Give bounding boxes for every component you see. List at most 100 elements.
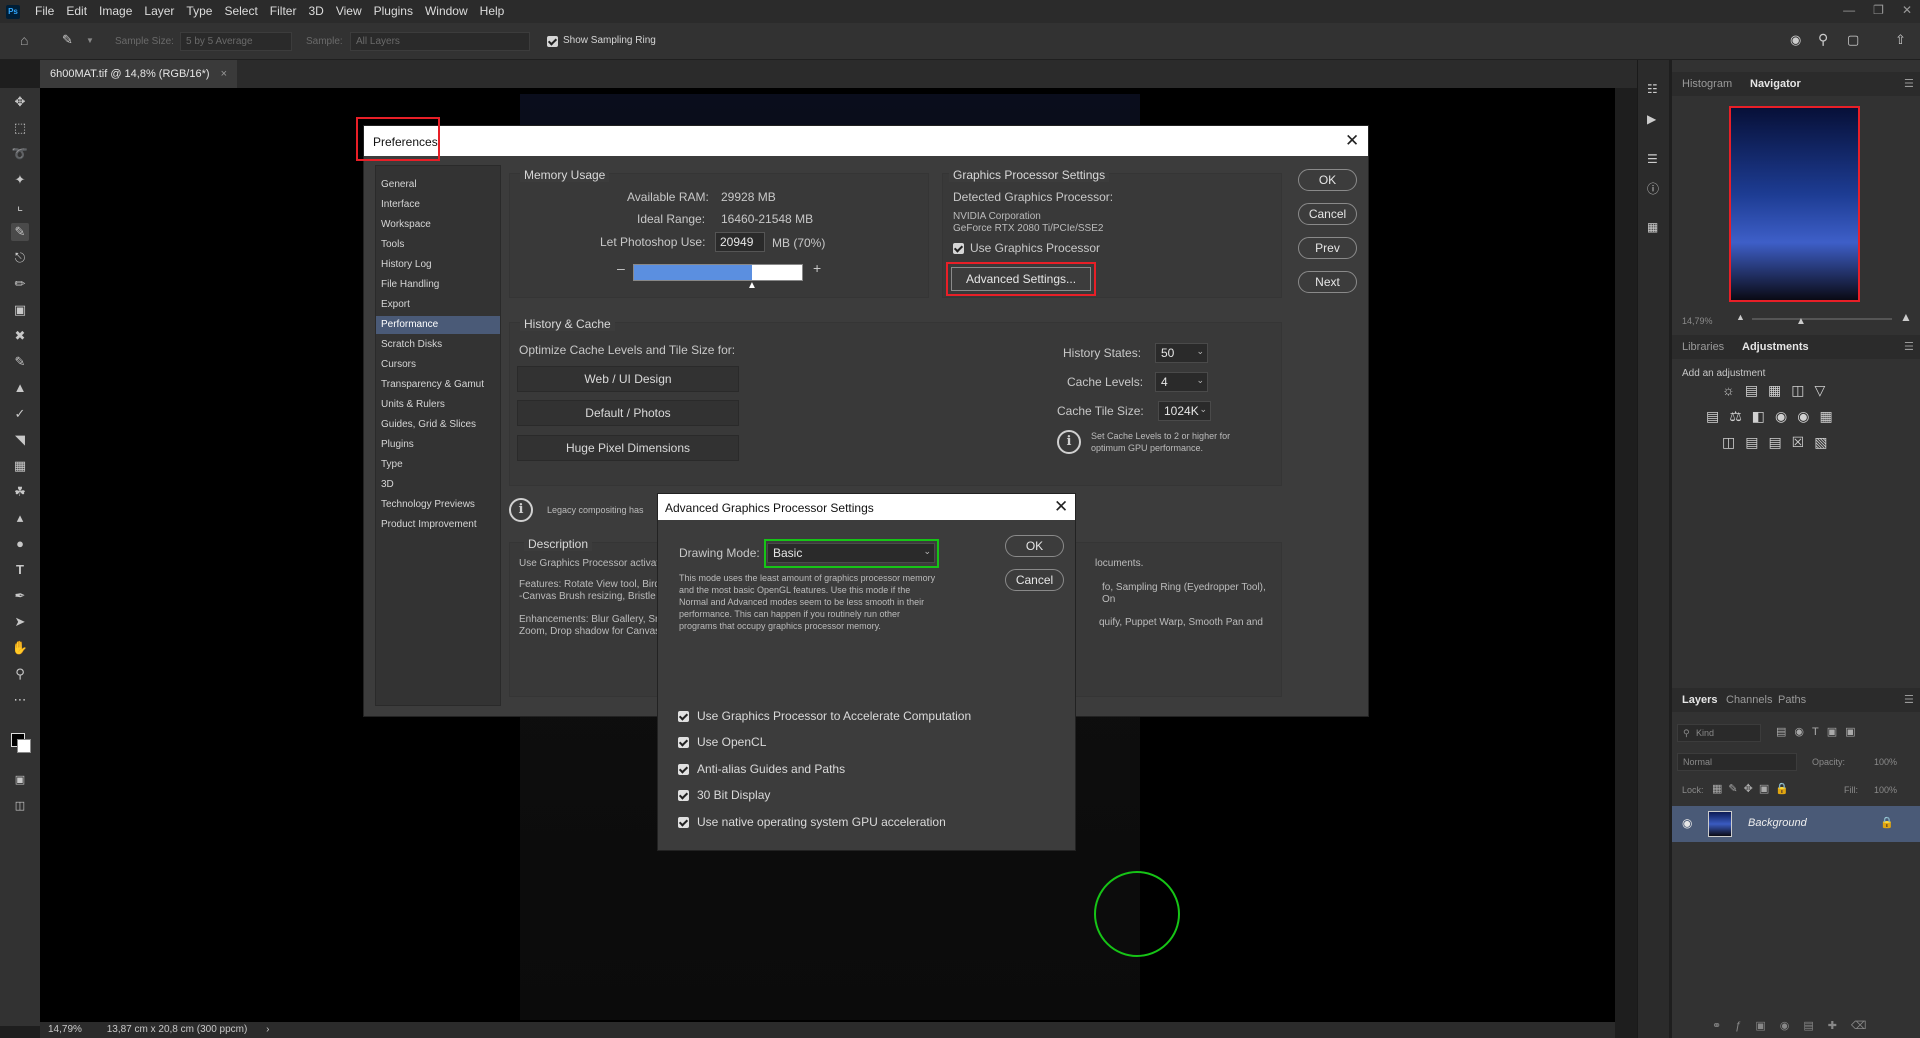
layers-menu-icon[interactable]: ☰ (1904, 688, 1914, 712)
nav-technology-previews[interactable]: Technology Previews (376, 496, 500, 514)
crop-tool-icon[interactable]: ⌞ (11, 197, 29, 215)
layer-row-background[interactable]: ◉ Background 🔒 (1672, 806, 1920, 842)
opt-30-bit-display[interactable]: 30 Bit Display (678, 787, 770, 803)
visibility-eye-icon[interactable]: ◉ (1682, 816, 1692, 830)
navigator-preview[interactable] (1729, 106, 1860, 302)
cache-tile-size-select[interactable]: 1024K ⌄ (1158, 401, 1211, 421)
zoom-slider-handle[interactable]: ▲ (1796, 316, 1806, 327)
search-icon[interactable]: ⚲ (1818, 31, 1828, 48)
panel-menu-icon[interactable]: ☰ (1904, 72, 1914, 96)
status-arrow-icon[interactable]: › (266, 1024, 269, 1035)
brush-tool-icon[interactable]: ✏ (11, 275, 29, 293)
adjustments-menu-icon[interactable]: ☰ (1904, 335, 1914, 359)
tab-channels[interactable]: Channels (1726, 688, 1772, 712)
adjustment-icons-row3[interactable]: ◫▤▤☒▧ (1722, 434, 1862, 451)
nav-performance[interactable]: Performance (376, 316, 500, 334)
zoom-tool-icon[interactable]: ⚲ (11, 665, 29, 683)
menu-3d[interactable]: 3D (302, 0, 329, 23)
menu-type[interactable]: Type (180, 0, 218, 23)
tab-histogram[interactable]: Histogram (1682, 72, 1732, 96)
nav-history-log[interactable]: History Log (376, 256, 500, 274)
opt-accelerate-computation[interactable]: Use Graphics Processor to Accelerate Com… (678, 708, 971, 724)
opt-native-gpu[interactable]: Use native operating system GPU accelera… (678, 814, 946, 830)
layer-footer-icons[interactable]: ⚭ƒ▣◉▤✚⌫ (1712, 1019, 1881, 1032)
zoom-in-icon[interactable]: ▲ (1900, 310, 1912, 324)
magic-wand-icon[interactable]: ✦ (11, 171, 29, 189)
document-tab[interactable]: 6h00MAT.tif @ 14,8% (RGB/16*) × (40, 60, 238, 88)
sample-select[interactable]: All Layers (350, 32, 530, 51)
minus-icon[interactable]: – (617, 260, 625, 276)
paint-brush-icon[interactable]: ✎ (11, 353, 29, 371)
layer-filter-icons[interactable]: ▤◉T▣▣ (1776, 725, 1864, 738)
share-icon[interactable]: ⇧ (1895, 32, 1906, 48)
actions-panel-icon[interactable]: ▶ (1647, 112, 1656, 126)
history-states-select[interactable]: 50 ⌄ (1155, 343, 1208, 363)
screen-mode-icon[interactable]: ◫ (11, 797, 29, 815)
minimize-icon[interactable]: — (1843, 3, 1855, 17)
adv-ok-button[interactable]: OK (1005, 535, 1064, 557)
move-tool-icon[interactable]: ✥ (11, 93, 29, 111)
preset-huge-pixel-button[interactable]: Huge Pixel Dimensions (517, 435, 739, 461)
lasso-tool-icon[interactable]: ➰ (11, 145, 29, 163)
gradient-tool-icon[interactable]: ▦ (11, 457, 29, 475)
nav-transparency[interactable]: Transparency & Gamut (376, 376, 500, 394)
adjustment-icons-row2[interactable]: ▤⚖◧◉◉▦ (1706, 408, 1866, 425)
restore-icon[interactable]: ❐ (1873, 3, 1884, 17)
prefs-cancel-button[interactable]: Cancel (1298, 203, 1357, 225)
menu-plugins[interactable]: Plugins (368, 0, 419, 23)
adjustment-icons-row1[interactable]: ☼▤▦◫▽ (1722, 382, 1862, 399)
menu-view[interactable]: View (330, 0, 368, 23)
prefs-next-button[interactable]: Next (1298, 271, 1357, 293)
marquee-tool-icon[interactable]: ⬚ (11, 119, 29, 137)
pen-tool-icon[interactable]: ✒ (11, 587, 29, 605)
chevron-down-icon[interactable]: ▼ (86, 36, 94, 45)
quick-mask-icon[interactable]: ▣ (11, 771, 29, 789)
hand-tool-icon[interactable]: ✋ (11, 639, 29, 657)
more-tools-icon[interactable]: ⋯ (11, 691, 29, 709)
tab-layers[interactable]: Layers (1682, 688, 1717, 712)
preset-web-ui-button[interactable]: Web / UI Design (517, 366, 739, 392)
nav-type[interactable]: Type (376, 456, 500, 474)
nav-plugins[interactable]: Plugins (376, 436, 500, 454)
prefs-prev-button[interactable]: Prev (1298, 237, 1357, 259)
nav-export[interactable]: Export (376, 296, 500, 314)
nav-general[interactable]: General (376, 176, 500, 194)
cache-levels-select[interactable]: 4 ⌄ (1155, 372, 1208, 392)
workspace-icon[interactable]: ▢ (1847, 32, 1859, 48)
history-panel-icon[interactable]: ☷ (1647, 82, 1658, 96)
preset-default-photos-button[interactable]: Default / Photos (517, 400, 739, 426)
close-icon[interactable]: ✕ (1054, 498, 1068, 515)
tab-adjustments[interactable]: Adjustments (1742, 335, 1809, 359)
path-select-icon[interactable]: ➤ (11, 613, 29, 631)
checkbox-icon[interactable] (678, 763, 689, 775)
burn-tool-icon[interactable]: ● (11, 535, 29, 553)
menu-layer[interactable]: Layer (138, 0, 180, 23)
memory-slider[interactable] (633, 264, 803, 281)
nav-workspace[interactable]: Workspace (376, 216, 500, 234)
info-panel-icon[interactable]: ⓘ (1647, 180, 1659, 197)
adv-cancel-button[interactable]: Cancel (1005, 569, 1064, 591)
menu-file[interactable]: File (29, 0, 60, 23)
home-icon[interactable]: ⌂ (20, 32, 28, 48)
checkbox-icon[interactable] (678, 816, 689, 828)
type-tool-icon[interactable]: T (11, 561, 29, 579)
nav-file-handling[interactable]: File Handling (376, 276, 500, 294)
checkbox-icon[interactable] (678, 789, 689, 801)
eraser-tool-icon[interactable]: ◥ (11, 431, 29, 449)
tab-paths[interactable]: Paths (1778, 688, 1806, 712)
memory-slider-handle[interactable]: ▲ (747, 280, 757, 291)
smudge-tool-icon[interactable]: ☘ (11, 483, 29, 501)
tab-libraries[interactable]: Libraries (1682, 335, 1724, 359)
use-gpu-checkbox[interactable] (953, 242, 964, 254)
dodge-tool-icon[interactable]: ▴ (11, 509, 29, 527)
history-brush-icon[interactable]: ✖ (11, 327, 29, 345)
checkbox-icon[interactable] (678, 710, 689, 722)
nav-3d[interactable]: 3D (376, 476, 500, 494)
sample-size-select[interactable]: 5 by 5 Average (180, 32, 292, 51)
nav-interface[interactable]: Interface (376, 196, 500, 214)
properties-panel-icon[interactable]: ☰ (1647, 152, 1658, 166)
tab-navigator[interactable]: Navigator (1750, 72, 1801, 96)
blend-mode-select[interactable]: Normal (1677, 753, 1797, 771)
nav-units-rulers[interactable]: Units & Rulers (376, 396, 500, 414)
menu-edit[interactable]: Edit (60, 0, 93, 23)
